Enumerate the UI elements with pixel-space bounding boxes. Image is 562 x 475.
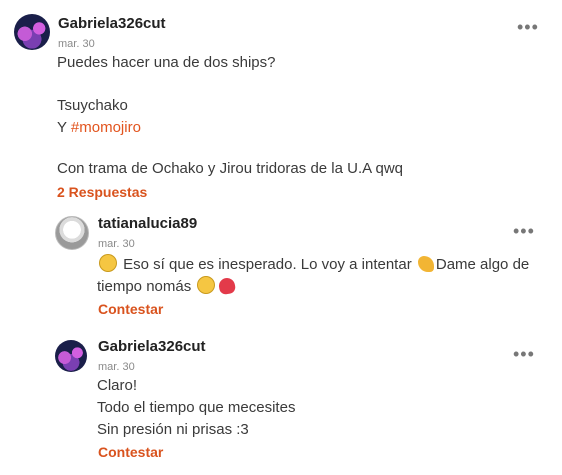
avatar[interactable] [14,14,50,50]
reply-text: tiempo nomás [97,278,192,295]
face-screaming-icon [99,254,117,272]
reply-button[interactable]: Contestar [98,444,163,460]
reply-text-line: Eso sí que es inesperado. Lo voy a inten… [97,254,529,276]
avatar[interactable] [55,216,89,250]
comment-text-line: Tsuychako [57,97,128,114]
reply-button[interactable]: Contestar [98,301,163,317]
replies-count-link[interactable]: 2 Respuestas [57,184,147,200]
reply-text-line: Claro! [97,377,138,394]
more-options-icon[interactable]: ••• [513,222,535,240]
comment-username[interactable]: Gabriela326cut [58,15,166,32]
reply-text: Eso sí que es inesperado. Lo voy a inten… [123,256,412,273]
comment-text-line: Y #momojiro [57,117,141,139]
reply-username[interactable]: Gabriela326cut [98,338,206,355]
reply-date: mar. 30 [98,361,135,373]
reply-text-line: Sin presión ni prisas :3 [97,421,249,438]
reply-date: mar. 30 [98,238,135,250]
comment-text-line: Con trama de Ochako y Jirou tridoras de … [57,160,403,177]
reply-text: Dame algo de [435,256,530,273]
comment-text-line: Puedes hacer una de dos ships? [57,54,276,71]
more-options-icon[interactable]: ••• [517,18,539,36]
more-options-icon[interactable]: ••• [513,345,535,363]
comment-text-prefix: Y [57,119,71,136]
avatar[interactable] [55,340,87,372]
flexed-biceps-icon [417,256,434,272]
heart-icon [218,276,237,296]
reply-text-line: tiempo nomás [97,276,237,298]
reply-username[interactable]: tatianalucia89 [98,215,197,232]
grinning-face-icon [197,276,216,294]
comment-date: mar. 30 [58,38,95,50]
hashtag-link[interactable]: #momojiro [71,119,141,136]
reply-text-line: Todo el tiempo que mecesites [97,399,296,416]
